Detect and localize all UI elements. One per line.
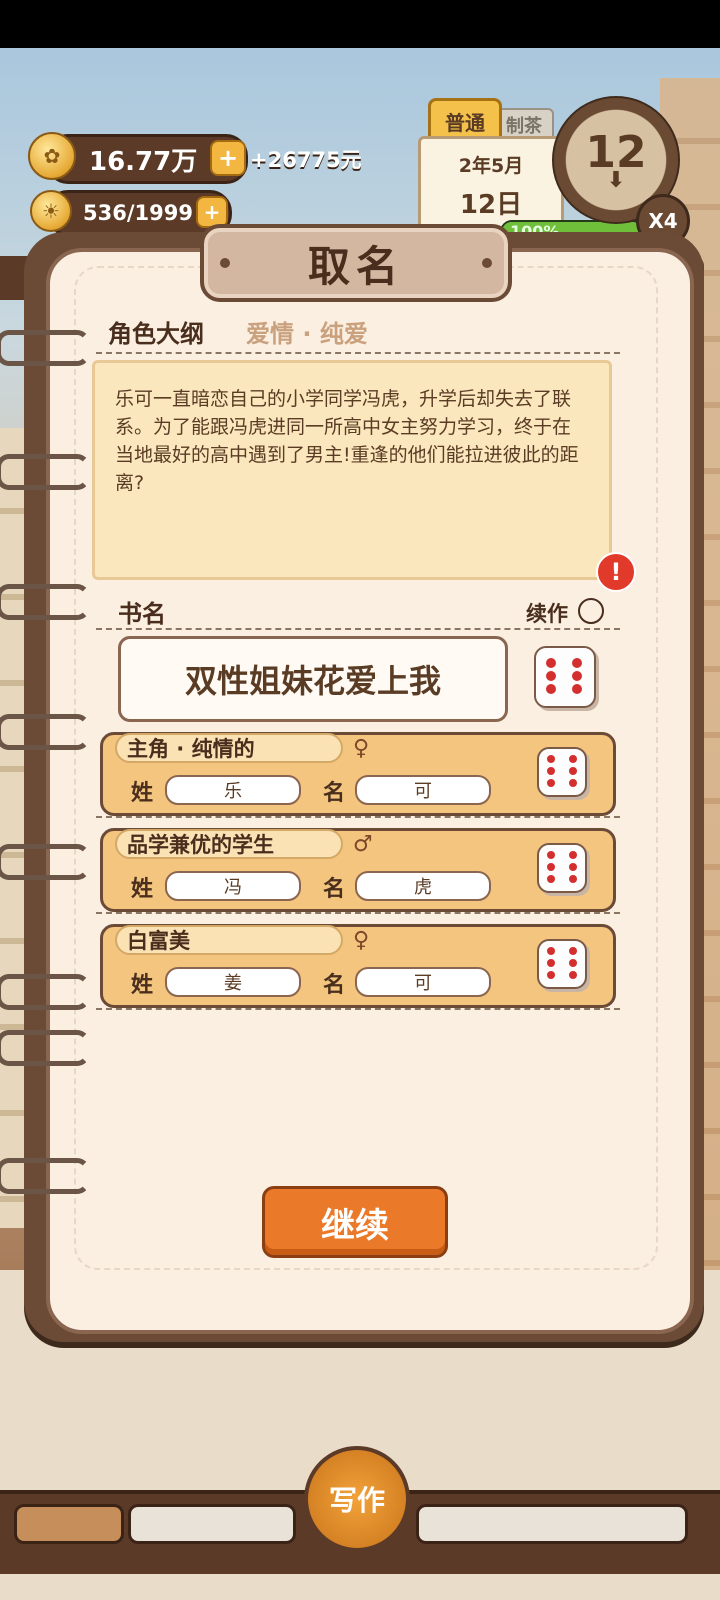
- female-icon[interactable]: ♀: [353, 737, 377, 761]
- binder-ring: [0, 1030, 90, 1066]
- exclamation-icon[interactable]: !: [596, 552, 636, 592]
- binder-ring: [0, 1158, 90, 1194]
- lightbulb-icon: ☀: [30, 190, 72, 232]
- dialog-title: 取名: [307, 241, 404, 291]
- character-trait: 主角 · 纯情的: [115, 733, 343, 763]
- given-name-input[interactable]: 虎: [355, 871, 491, 901]
- book-name-label: 书名: [118, 600, 166, 628]
- binder-ring: [0, 714, 90, 750]
- divider: [96, 352, 620, 354]
- calendar-day: 12日: [459, 190, 523, 220]
- surname-input[interactable]: 姜: [165, 967, 301, 997]
- continue-button[interactable]: 继续: [262, 1186, 448, 1258]
- surname-input[interactable]: 冯: [165, 871, 301, 901]
- binder-ring: [0, 844, 90, 880]
- given-name-input[interactable]: 可: [355, 967, 491, 997]
- surname-label: 姓: [131, 781, 154, 806]
- divider: [96, 816, 620, 818]
- inspiration-value: 536/1999: [83, 201, 193, 225]
- bottom-slot-right[interactable]: [416, 1504, 688, 1544]
- surname-label: 姓: [131, 877, 154, 902]
- character-trait: 品学兼优的学生: [115, 829, 343, 859]
- binder-ring: [0, 974, 90, 1010]
- dialog-title-banner: 取名: [200, 224, 512, 302]
- binder-ring: [0, 584, 90, 620]
- character-card-1: 主角 · 纯情的 ♀ 姓 乐 名 可: [100, 732, 616, 816]
- add-money-button[interactable]: +: [210, 140, 246, 176]
- divider: [96, 628, 620, 630]
- sequel-checkbox[interactable]: [578, 598, 604, 624]
- character-card-2: 品学兼优的学生 ♂ 姓 冯 名 虎: [100, 828, 616, 912]
- character-trait: 白富美: [115, 925, 343, 955]
- genre-label: 爱情 · 纯爱: [246, 320, 368, 348]
- given-name-label: 名: [323, 877, 346, 902]
- character-card-3: 白富美 ♀ 姓 姜 名 可: [100, 924, 616, 1008]
- stitch-decoration: [220, 258, 230, 268]
- divider: [96, 912, 620, 914]
- surname-input[interactable]: 乐: [165, 775, 301, 805]
- synopsis-text: 乐可一直暗恋自己的小学同学冯虎，升学后却失去了联系。为了能跟冯虎进同一所高中女主…: [92, 360, 612, 580]
- given-name-label: 名: [323, 781, 346, 806]
- given-name-input[interactable]: 可: [355, 775, 491, 805]
- calendar-month: 2年5月: [458, 155, 524, 177]
- dice-icon[interactable]: [537, 843, 587, 893]
- binder-ring: [0, 454, 90, 490]
- given-name-label: 名: [323, 973, 346, 998]
- arrow-down-icon: ⬇: [606, 168, 626, 193]
- female-icon[interactable]: ♀: [353, 929, 377, 953]
- write-button[interactable]: 写作: [304, 1446, 410, 1552]
- outline-label: 角色大纲: [108, 320, 204, 348]
- dice-icon[interactable]: [537, 747, 587, 797]
- book-name-input[interactable]: 双性姐妹花爱上我: [118, 636, 508, 722]
- coin-icon: ✿: [28, 132, 76, 180]
- money-gain: +26775元: [250, 148, 362, 172]
- dice-icon[interactable]: [534, 646, 596, 708]
- money-value: 16.77万: [89, 146, 198, 177]
- divider: [96, 1008, 620, 1010]
- male-icon[interactable]: ♂: [353, 833, 377, 857]
- bottom-slot-center-left[interactable]: [128, 1504, 296, 1544]
- sequel-label: 续作: [526, 602, 568, 626]
- dice-icon[interactable]: [537, 939, 587, 989]
- surname-label: 姓: [131, 973, 154, 998]
- stitch-decoration: [482, 258, 492, 268]
- binder-ring: [0, 330, 90, 366]
- bottom-slot-left[interactable]: [14, 1504, 124, 1544]
